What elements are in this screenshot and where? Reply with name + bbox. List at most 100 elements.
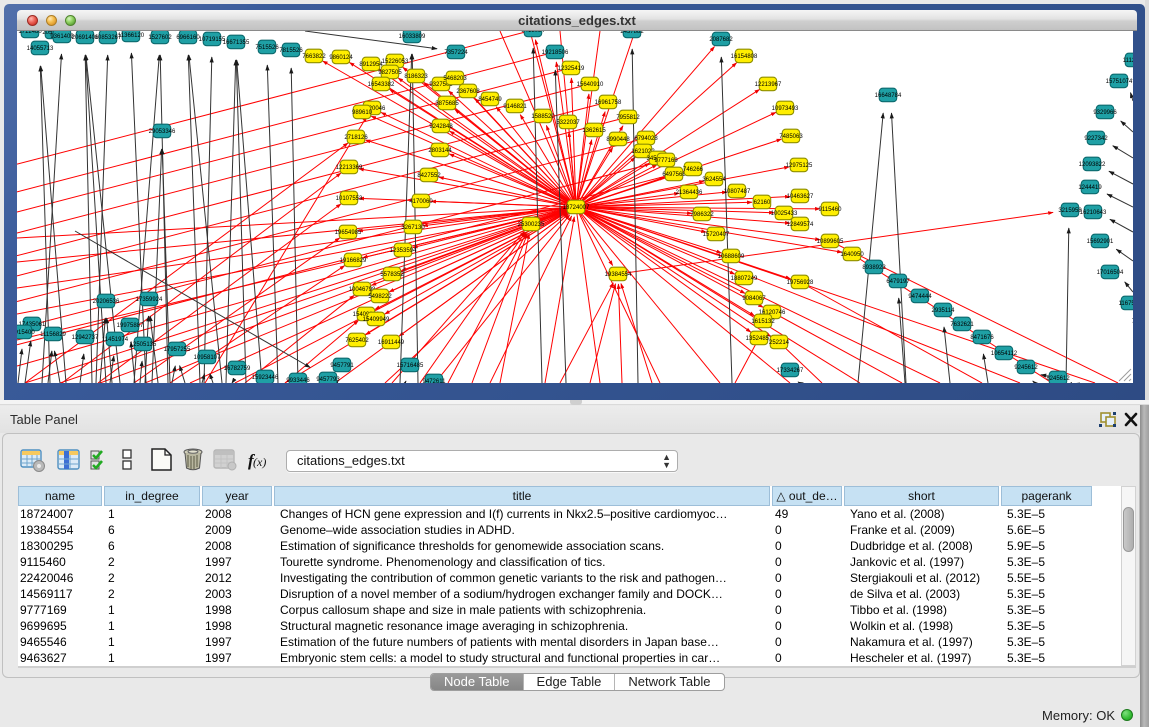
svg-text:(x): (x) [253, 455, 266, 469]
svg-text:15692901: 15692901 [1087, 239, 1114, 245]
svg-text:11451974: 11451974 [102, 337, 129, 343]
svg-text:6966160: 6966160 [176, 35, 200, 41]
svg-text:15923446: 15923446 [252, 375, 279, 381]
svg-text:8938923: 8938923 [862, 265, 886, 271]
svg-text:10958107: 10958107 [194, 355, 221, 361]
svg-text:16961758: 16961758 [595, 100, 622, 106]
svg-text:1167530: 1167530 [1119, 301, 1133, 307]
svg-text:15716485: 15716485 [397, 363, 424, 369]
svg-text:3624554: 3624554 [702, 177, 726, 183]
svg-text:7625402: 7625402 [345, 338, 369, 344]
svg-text:16648784: 16648784 [875, 93, 902, 99]
svg-text:10654112: 10654112 [991, 351, 1018, 357]
svg-text:2935114: 2935114 [932, 308, 956, 314]
svg-text:7515526: 7515526 [255, 45, 279, 51]
svg-text:9472611: 9472611 [423, 379, 447, 383]
svg-text:14055713: 14055713 [27, 46, 54, 52]
svg-text:15226053: 15226053 [382, 59, 409, 65]
svg-text:10807487: 10807487 [724, 189, 751, 195]
svg-text:10107553: 10107553 [336, 196, 363, 202]
svg-text:12942737: 12942737 [72, 335, 99, 341]
svg-text:9329966: 9329966 [1093, 110, 1117, 116]
svg-text:16210643: 16210643 [1080, 210, 1107, 216]
svg-text:11156829: 11156829 [40, 332, 66, 338]
svg-text:10973493: 10973493 [772, 106, 799, 112]
svg-text:9457791: 9457791 [330, 363, 354, 369]
svg-text:19166829: 19166829 [340, 258, 367, 264]
svg-text:8186323: 8186323 [404, 74, 428, 80]
svg-text:2087682: 2087682 [709, 37, 733, 43]
svg-text:9146821: 9146821 [503, 104, 527, 110]
svg-text:9242848: 9242848 [429, 124, 453, 130]
svg-text:29053346: 29053346 [149, 129, 176, 135]
svg-text:17359924: 17359924 [136, 297, 163, 303]
svg-text:16154808: 16154808 [731, 54, 758, 60]
svg-text:9457793: 9457793 [316, 377, 340, 383]
svg-text:7357224: 7357224 [444, 50, 468, 56]
svg-text:6479197: 6479197 [886, 279, 910, 285]
svg-text:12093822: 12093822 [1079, 162, 1106, 168]
svg-text:16911449: 16911449 [378, 340, 405, 346]
svg-text:9777169: 9777169 [654, 158, 678, 164]
svg-text:21364436: 21364436 [676, 190, 703, 196]
svg-text:12505135: 12505135 [130, 342, 157, 348]
svg-text:1527602: 1527602 [148, 35, 172, 41]
svg-text:3915400: 3915400 [17, 330, 35, 336]
svg-text:4170060: 4170060 [409, 199, 433, 205]
svg-text:5322037: 5322037 [556, 120, 580, 126]
svg-text:3875685: 3875685 [435, 101, 459, 107]
svg-text:19218506: 19218506 [542, 50, 569, 56]
svg-text:19756928: 19756928 [787, 280, 814, 286]
svg-text:1244419: 1244419 [1078, 185, 1102, 191]
svg-text:19654985: 19654985 [335, 230, 362, 236]
svg-text:2803144: 2803144 [428, 148, 452, 154]
svg-text:8990448: 8990448 [606, 137, 630, 143]
svg-text:17957255: 17957255 [164, 347, 191, 353]
svg-text:8413054: 8413054 [521, 31, 545, 34]
svg-text:5498222: 5498222 [368, 294, 392, 300]
svg-text:2718126: 2718126 [344, 135, 368, 141]
svg-text:17334267: 17334267 [777, 368, 804, 374]
svg-text:12325419: 12325419 [558, 66, 585, 72]
svg-text:10688609: 10688609 [718, 254, 745, 260]
svg-text:12849574: 12849574 [787, 222, 814, 228]
svg-text:989610: 989610 [352, 110, 373, 116]
svg-text:7986322: 7986322 [690, 212, 714, 218]
svg-text:17016504: 17016504 [1097, 270, 1124, 276]
svg-text:7632621: 7632621 [950, 322, 974, 328]
svg-text:18807249: 18807249 [731, 276, 758, 282]
svg-text:9827505: 9827505 [378, 70, 402, 76]
svg-text:9860124: 9860124 [329, 55, 353, 61]
svg-text:10025433: 10025433 [771, 211, 798, 217]
svg-text:20206536: 20206536 [93, 299, 120, 305]
svg-text:3267130: 3267130 [401, 225, 425, 231]
svg-text:1362615: 1362615 [582, 128, 606, 134]
svg-text:15720407: 15720407 [703, 232, 730, 238]
svg-text:9933446: 9933446 [286, 378, 310, 383]
svg-text:9474444: 9474444 [908, 294, 932, 300]
svg-text:8427552: 8427552 [417, 173, 441, 179]
svg-text:9245612: 9245612 [1014, 365, 1038, 371]
svg-text:746266: 746266 [683, 167, 704, 173]
svg-text:9084067: 9084067 [742, 296, 766, 302]
svg-text:12213369: 12213369 [336, 165, 363, 171]
svg-text:6794028: 6794028 [634, 136, 658, 142]
svg-text:8245612: 8245612 [1046, 376, 1070, 382]
svg-text:7485063: 7485063 [779, 134, 803, 140]
svg-text:19384554: 19384554 [605, 272, 632, 278]
svg-text:1588520: 1588520 [531, 114, 555, 120]
svg-text:25300235: 25300235 [518, 222, 545, 228]
svg-text:16671355: 16671355 [223, 40, 250, 46]
svg-text:15409949: 15409949 [363, 317, 390, 323]
svg-text:8912954: 8912954 [359, 62, 383, 68]
svg-text:7955812: 7955812 [616, 115, 640, 121]
svg-text:1640950: 1640950 [840, 252, 864, 258]
svg-text:11366120: 11366120 [118, 33, 145, 39]
svg-text:18724007: 18724007 [563, 205, 590, 211]
svg-text:9227342: 9227342 [1084, 136, 1108, 142]
svg-text:7663822: 7663822 [302, 54, 326, 60]
svg-text:15640910: 15640910 [577, 82, 604, 88]
svg-text:12975125: 12975125 [786, 163, 813, 169]
svg-text:12353594: 12353594 [390, 248, 417, 254]
svg-text:19975887: 19975887 [117, 323, 144, 329]
